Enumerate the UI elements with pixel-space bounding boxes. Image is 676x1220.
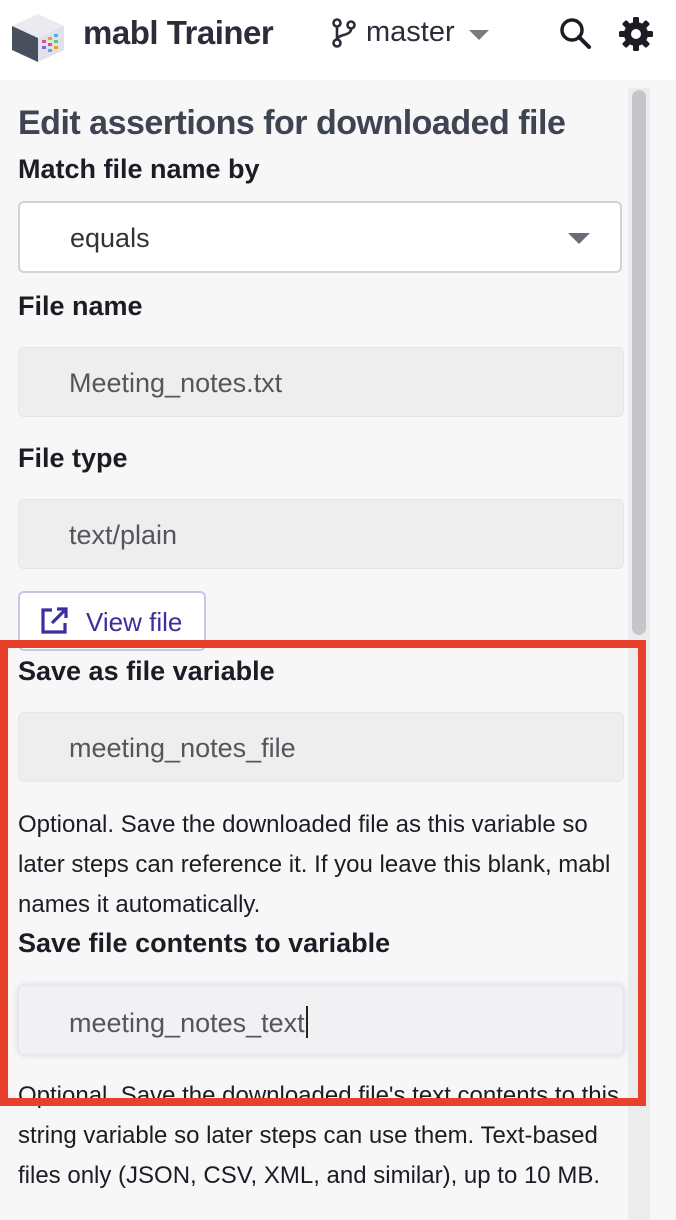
app-title: mabl Trainer bbox=[83, 14, 274, 51]
search-icon[interactable] bbox=[556, 14, 596, 54]
match-file-name-label: Match file name by bbox=[18, 154, 260, 184]
text-cursor bbox=[305, 1006, 308, 1038]
file-name-value: Meeting_notes.txt bbox=[69, 368, 283, 398]
external-link-icon bbox=[41, 607, 68, 634]
file-type-label: File type bbox=[18, 443, 128, 473]
gear-icon[interactable] bbox=[616, 14, 656, 54]
chevron-down-icon bbox=[568, 233, 590, 244]
view-file-button[interactable]: View file bbox=[18, 591, 206, 651]
branch-selector[interactable]: master bbox=[330, 16, 489, 49]
file-name-field[interactable]: Meeting_notes.txt bbox=[18, 347, 624, 417]
save-contents-variable-field[interactable]: meeting_notes_text bbox=[18, 985, 624, 1055]
save-file-variable-value: meeting_notes_file bbox=[69, 733, 296, 763]
mabl-logo-icon bbox=[12, 14, 64, 62]
app-header: mabl Trainer master bbox=[0, 0, 676, 80]
save-contents-help-text: Optional. Save the downloaded file's tex… bbox=[18, 1082, 619, 1189]
panel-title: Edit assertions for downloaded file bbox=[18, 104, 566, 142]
view-file-label: View file bbox=[86, 607, 183, 637]
save-file-variable-field[interactable]: meeting_notes_file bbox=[18, 712, 624, 782]
scrollbar-thumb[interactable] bbox=[632, 90, 646, 635]
save-contents-variable-text: meeting_notes_text bbox=[69, 1006, 308, 1039]
save-file-help-text: Optional. Save the downloaded file as th… bbox=[18, 811, 611, 918]
save-file-variable-label: Save as file variable bbox=[18, 656, 275, 686]
save-contents-variable-value: meeting_notes_text bbox=[69, 1008, 305, 1038]
chevron-down-icon bbox=[468, 29, 489, 40]
file-type-field[interactable]: text/plain bbox=[18, 499, 624, 569]
branch-label: master bbox=[366, 16, 455, 48]
file-type-value: text/plain bbox=[69, 520, 178, 550]
git-branch-icon bbox=[332, 17, 356, 48]
save-contents-variable-label: Save file contents to variable bbox=[18, 928, 391, 958]
match-file-name-value: equals bbox=[70, 223, 150, 253]
file-name-label: File name bbox=[18, 291, 143, 321]
match-file-name-select[interactable]: equals bbox=[18, 201, 622, 273]
